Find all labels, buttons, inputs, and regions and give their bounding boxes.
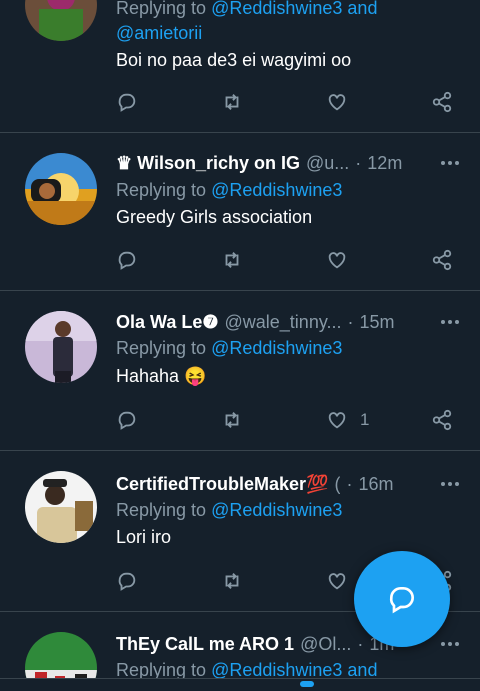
retweet-button[interactable] bbox=[221, 246, 243, 274]
replying-to: Replying to @Reddishwine3 bbox=[116, 500, 343, 520]
retweet-button[interactable] bbox=[221, 406, 243, 434]
tweet-text: Lori iro bbox=[116, 527, 172, 547]
author-handle[interactable]: ( bbox=[334, 474, 340, 495]
heart-icon bbox=[328, 252, 346, 269]
retweet-icon bbox=[225, 573, 239, 589]
tweet-header: Ola Wa Le❼ @wale_tinny... · 15m bbox=[116, 309, 462, 335]
compose-reply-icon bbox=[389, 587, 414, 614]
share-button[interactable] bbox=[431, 406, 453, 434]
reply-button[interactable] bbox=[116, 88, 138, 116]
timestamp[interactable]: 12m bbox=[367, 153, 402, 174]
tweet-text: Boi no paa de3 ei wagyimi oo bbox=[116, 50, 352, 70]
separator-dot: · bbox=[355, 152, 362, 173]
timestamp[interactable]: 15m bbox=[360, 312, 395, 333]
tweet[interactable]: ♛ Wilson_richy on IG @u... · 12m Replyin… bbox=[0, 133, 480, 291]
avatar[interactable] bbox=[25, 311, 97, 383]
replying-to: Replying to @Reddishwine3 bbox=[116, 338, 343, 358]
like-button[interactable]: 1 bbox=[326, 406, 369, 434]
replying-to: Replying to @Reddishwine3 bbox=[116, 180, 343, 200]
reply-bubble-icon bbox=[118, 572, 136, 591]
tweet-header: CertifiedTroubleMaker💯 ( · 16m bbox=[116, 471, 462, 497]
compose-reply-button[interactable] bbox=[354, 551, 450, 647]
share-icon bbox=[432, 409, 452, 431]
author-handle[interactable]: @u... bbox=[306, 153, 349, 174]
mention-link[interactable]: @amietorii bbox=[116, 23, 202, 43]
retweet-icon bbox=[225, 94, 239, 110]
reply-button[interactable] bbox=[116, 567, 138, 595]
share-button[interactable] bbox=[431, 246, 453, 274]
replying-to-continued: @amietorii bbox=[116, 23, 462, 44]
avatar[interactable] bbox=[25, 0, 97, 41]
mention-link[interactable]: @Reddishwine3 and bbox=[211, 660, 377, 680]
tweet[interactable]: Ola Wa Le❼ @wale_tinny... · 15m Replying… bbox=[0, 291, 480, 451]
replying-to: Replying to @Reddishwine3 and bbox=[116, 0, 378, 18]
author-name[interactable]: CertifiedTroubleMaker💯 bbox=[116, 474, 328, 495]
tweet-text: Greedy Girls association bbox=[116, 207, 313, 227]
reply-bubble-icon bbox=[118, 411, 136, 430]
mention-link[interactable]: @Reddishwine3 bbox=[211, 500, 342, 520]
heart-icon bbox=[328, 573, 346, 590]
bottom-nav-bar bbox=[0, 678, 480, 691]
timestamp[interactable]: 16m bbox=[358, 474, 393, 495]
tweet-text: Hahaha 😝 bbox=[116, 366, 207, 386]
share-icon bbox=[432, 249, 452, 271]
mention-link[interactable]: @Reddishwine3 bbox=[211, 180, 342, 200]
separator-dot: · bbox=[346, 473, 353, 494]
avatar[interactable] bbox=[25, 471, 97, 543]
tweet-header: ♛ Wilson_richy on IG @u... · 12m bbox=[116, 150, 462, 176]
more-dots-icon[interactable] bbox=[438, 309, 462, 335]
like-count: 1 bbox=[360, 410, 370, 429]
share-icon bbox=[432, 91, 452, 113]
reply-button[interactable] bbox=[116, 406, 138, 434]
mention-link[interactable]: @Reddishwine3 bbox=[211, 338, 342, 358]
reply-button[interactable] bbox=[116, 246, 138, 274]
author-name[interactable]: ♛ Wilson_richy on IG bbox=[116, 153, 300, 174]
more-dots-icon[interactable] bbox=[438, 150, 462, 176]
share-button[interactable] bbox=[431, 88, 453, 116]
reply-bubble-icon bbox=[118, 93, 136, 112]
more-dots-icon[interactable] bbox=[438, 471, 462, 497]
like-button[interactable] bbox=[326, 246, 360, 274]
author-name[interactable]: ThEy CalL me ARO 1 bbox=[116, 634, 294, 655]
reply-bubble-icon bbox=[118, 251, 136, 270]
author-name[interactable]: Ola Wa Le❼ bbox=[116, 312, 219, 333]
heart-icon bbox=[328, 412, 346, 429]
author-handle[interactable]: @Ol... bbox=[300, 634, 351, 655]
author-handle[interactable]: @wale_tinny... bbox=[225, 312, 342, 333]
heart-icon bbox=[328, 94, 346, 111]
nav-indicator bbox=[300, 681, 314, 687]
like-button[interactable] bbox=[326, 88, 360, 116]
avatar[interactable] bbox=[25, 153, 97, 225]
separator-dot: · bbox=[357, 633, 364, 654]
mention-link[interactable]: @Reddishwine3 and bbox=[211, 0, 377, 18]
separator-dot: · bbox=[347, 311, 354, 332]
retweet-icon bbox=[225, 252, 239, 268]
more-dots-icon[interactable] bbox=[438, 631, 462, 657]
retweet-button[interactable] bbox=[221, 567, 243, 595]
retweet-button[interactable] bbox=[221, 88, 243, 116]
tweet[interactable]: Replying to @Reddishwine3 and @amietorii… bbox=[0, 0, 480, 133]
retweet-icon bbox=[225, 412, 239, 428]
